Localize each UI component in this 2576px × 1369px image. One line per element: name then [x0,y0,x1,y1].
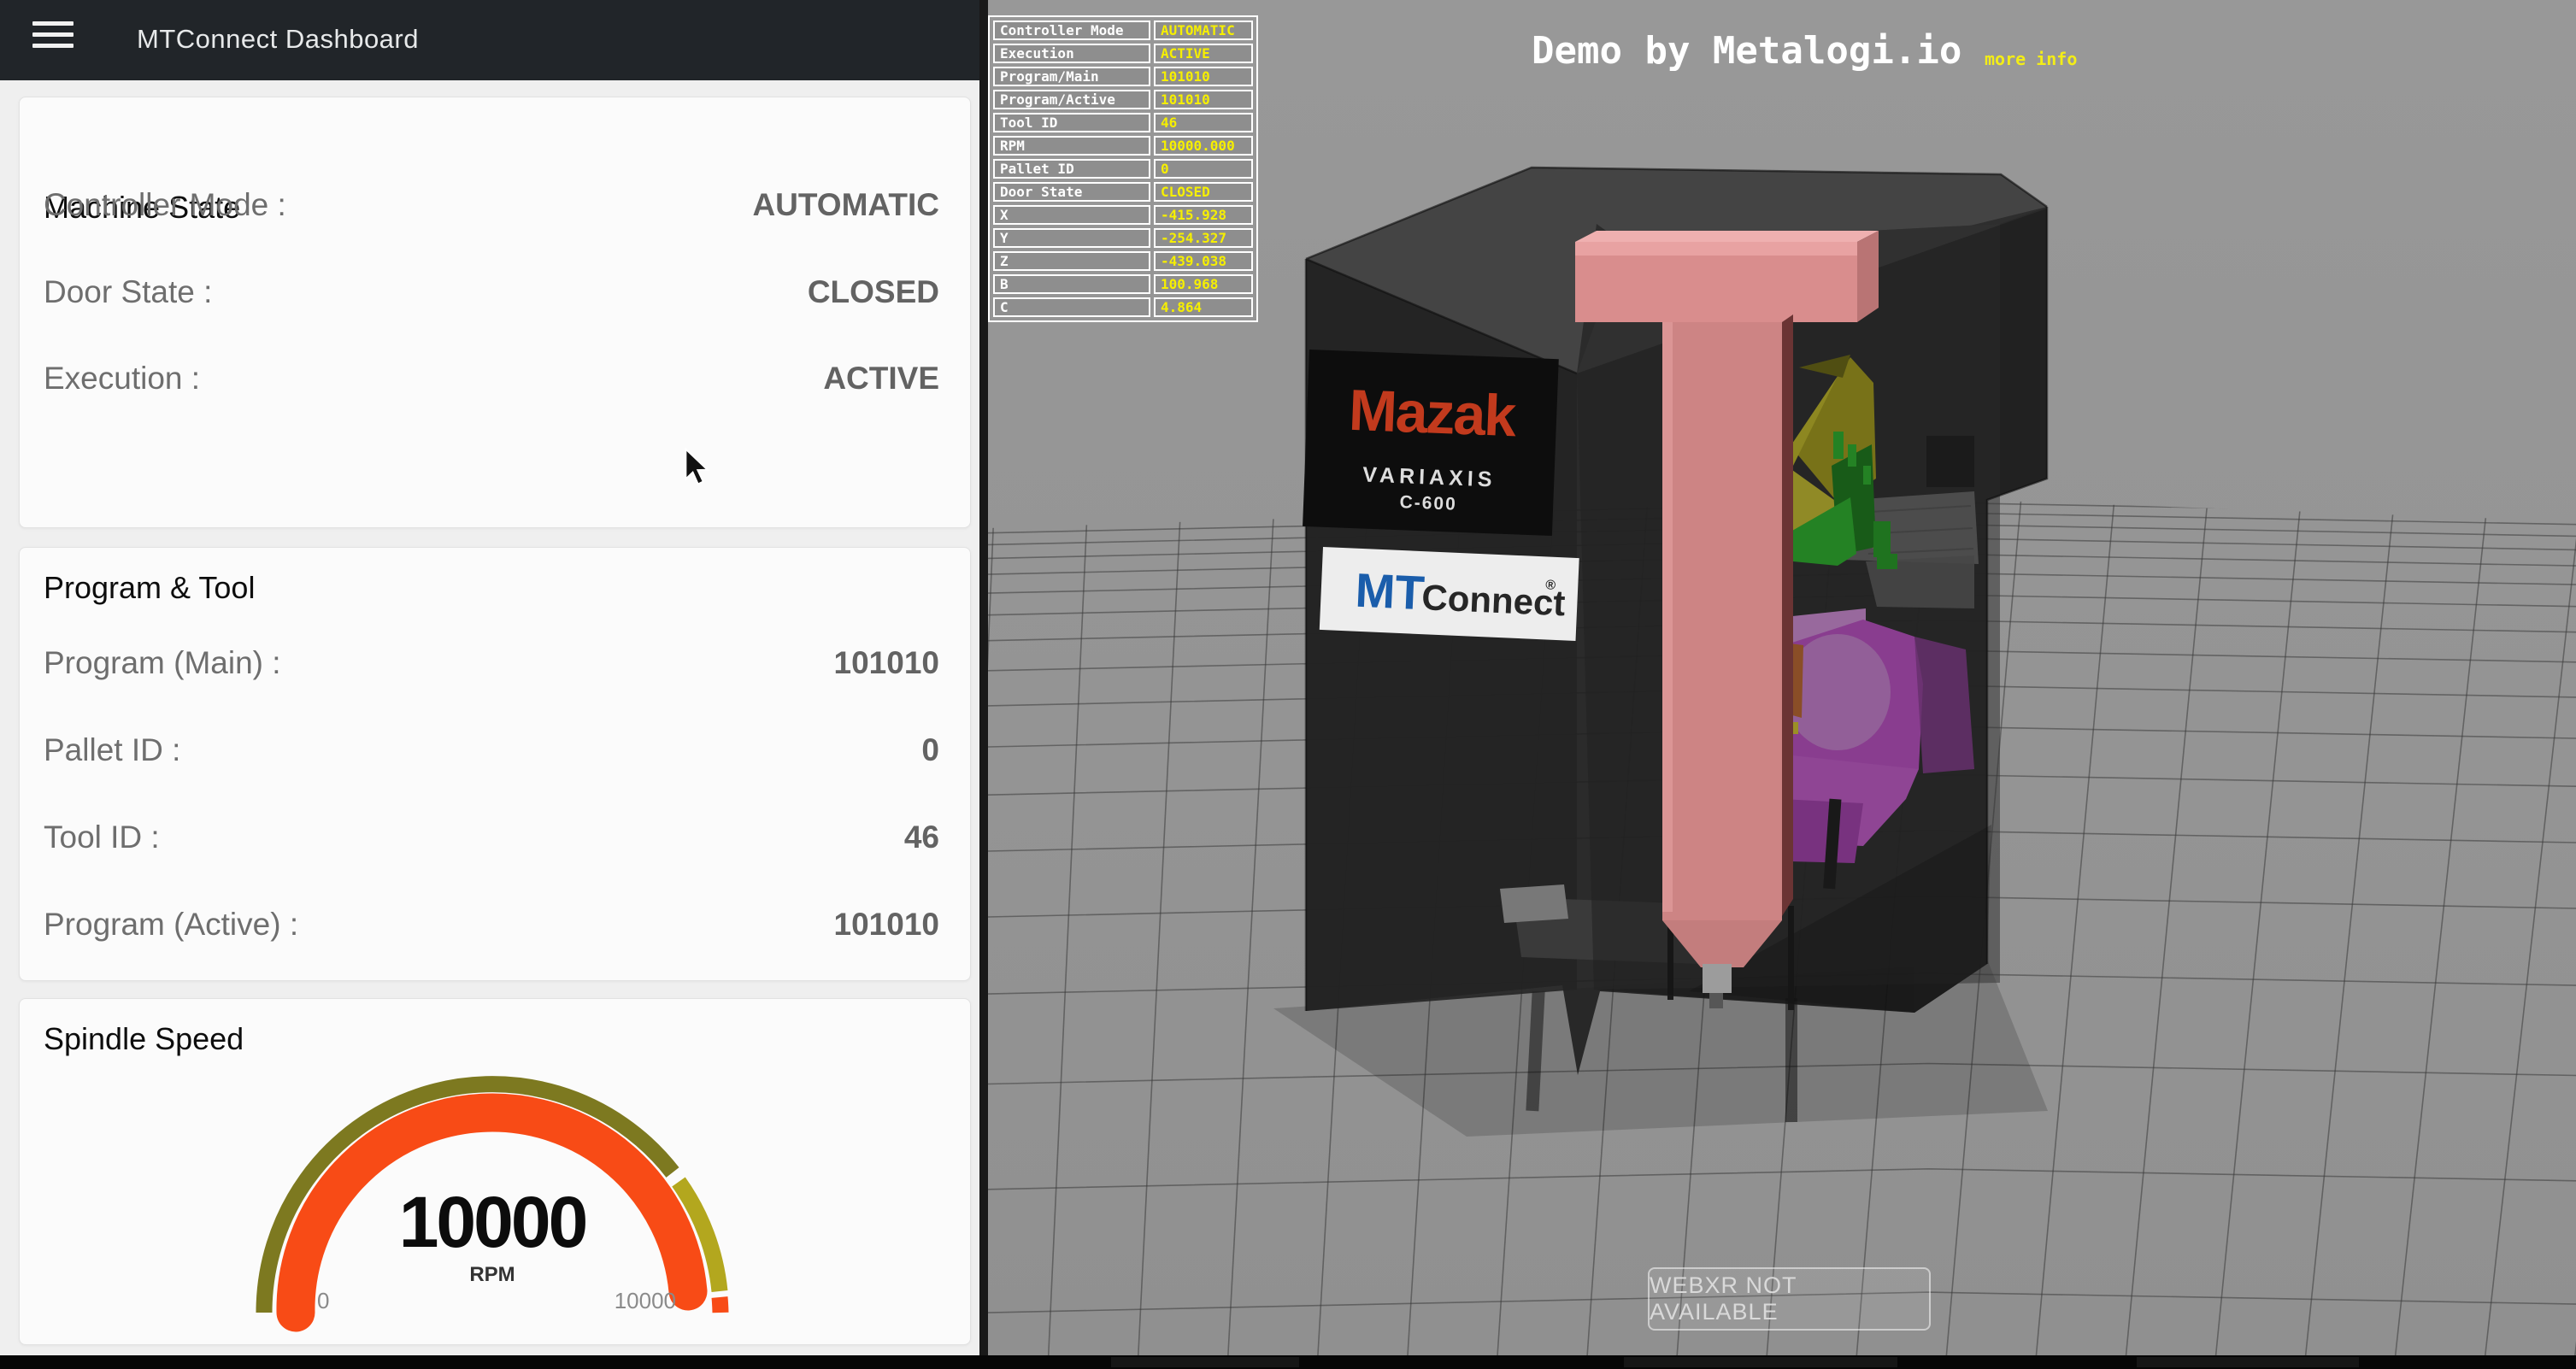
row-label: Execution : [44,361,200,397]
mazak-logo-plate: Mazak VARIAXIS C-600 [1303,350,1559,536]
row-label: Tool ID : [44,820,160,855]
table-row: Program/Main101010 [993,67,1253,86]
table-row: Door StateCLOSED [993,182,1253,202]
gauge-value-text: 10000 [399,1182,586,1262]
app-title: MTConnect Dashboard [137,0,419,80]
card-title: Program & Tool [44,570,255,606]
app-header: MTConnect Dashboard [0,0,979,80]
mtconnect-logo-mt: MT [1354,563,1426,620]
row-value: 46 [904,820,939,855]
spindle-tool [1703,964,1732,993]
row-value: ACTIVE [823,361,939,397]
row-value: AUTOMATIC [752,187,939,223]
gauge-min-label: 0 [317,1288,329,1313]
row-label: Door State : [44,274,212,310]
registered-mark: ® [1545,578,1556,593]
row-value: 0 [921,732,939,768]
variaxis-label: VARIAXIS [1362,463,1497,492]
table-row: Pallet ID0 [993,159,1253,179]
webxr-button[interactable]: WEBXR NOT AVAILABLE [1648,1267,1931,1331]
machine-3d-viewport[interactable]: Mazak VARIAXIS C-600 MT Connect ® Contro… [988,0,2576,1369]
mtconnect-logo-plate: MT Connect ® [1320,547,1579,641]
spindle-speed-card: Spindle Speed 10000 RPM 0 10000 [19,998,971,1345]
gauge-max-label: 10000 [615,1288,676,1313]
table-row: ExecutionACTIVE [993,44,1253,63]
telemetry-overlay-table: Controller ModeAUTOMATIC ExecutionACTIVE… [988,15,1258,322]
table-row: C4.864 [993,297,1253,317]
bottom-bar [0,1355,2576,1369]
table-row: Controller ModeAUTOMATIC [993,21,1253,40]
mtconnect-logo-connect: Connect [1421,577,1567,623]
row-label: Pallet ID : [44,732,180,768]
row-label: Controller Mode : [44,187,286,223]
mazak-logo: Mazak [1348,378,1518,449]
table-row: X-415.928 [993,205,1253,225]
row-value: 101010 [834,645,939,681]
table-row: RPM10000.000 [993,136,1253,156]
row-value: 101010 [834,907,939,943]
more-info-link[interactable]: more info [1985,49,2077,69]
table-row: B100.968 [993,274,1253,294]
row-label: Program (Main) : [44,645,281,681]
row-value: CLOSED [808,274,939,310]
machine-state-card: Machine State Controller Mode : AUTOMATI… [19,97,971,528]
table-row: Z-439.038 [993,251,1253,271]
row-label: Program (Active) : [44,907,298,943]
dashboard-panel: MTConnect Dashboard Machine State Contro… [0,0,979,1369]
table-row: Y-254.327 [993,228,1253,248]
machine-leg-shadow [1785,998,1797,1122]
card-title: Spindle Speed [44,1021,244,1057]
table-row: Tool ID46 [993,113,1253,132]
c600-label: C-600 [1399,492,1457,514]
panel-divider [979,0,988,1369]
table-row: Program/Active101010 [993,90,1253,109]
program-tool-card: Program & Tool Program (Main) : 101010 P… [19,547,971,981]
scene-title: Demo by Metalogi.io [1532,29,1961,73]
gauge-unit-label: RPM [469,1263,515,1286]
menu-icon[interactable] [32,21,74,52]
